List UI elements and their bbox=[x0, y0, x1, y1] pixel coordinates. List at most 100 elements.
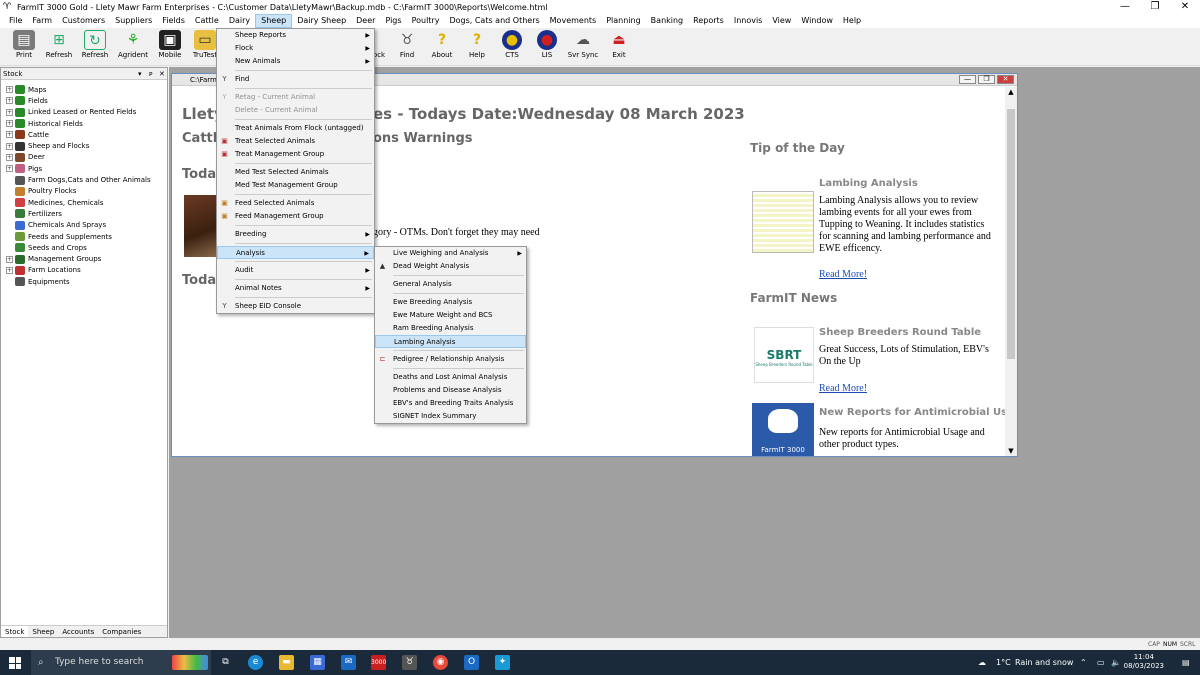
menu-fields[interactable]: Fields bbox=[157, 14, 190, 28]
task-view-icon[interactable]: ⧉ bbox=[218, 655, 233, 670]
doc-close-button[interactable]: ✕ bbox=[997, 75, 1014, 84]
help-button[interactable]: ? Help bbox=[460, 30, 494, 64]
weather-text[interactable]: Rain and snow bbox=[1015, 650, 1073, 675]
menu-cattle[interactable]: Cattle bbox=[190, 14, 224, 28]
tree-item-management-groups[interactable]: + Management Groups bbox=[1, 253, 167, 264]
menu-planning[interactable]: Planning bbox=[601, 14, 645, 28]
menu-item-med-test-management-group[interactable]: Med Test Management Group bbox=[217, 179, 374, 192]
menu-view[interactable]: View bbox=[767, 14, 796, 28]
menu-item-ebv-s-and-breeding-traits-analysis[interactable]: EBV's and Breeding Traits Analysis bbox=[375, 397, 526, 410]
tree-item-maps[interactable]: + Maps bbox=[1, 84, 167, 95]
tree-item-poultry-flocks[interactable]: Poultry Flocks bbox=[1, 186, 167, 197]
menu-item-live-weighing-and-analysis[interactable]: Live Weighing and Analysis ▶ bbox=[375, 247, 526, 260]
tree-item-linked-leased-or-rented-fields[interactable]: + Linked Leased or Rented Fields bbox=[1, 107, 167, 118]
menu-item-treat-selected-animals[interactable]: ▣ Treat Selected Animals bbox=[217, 135, 374, 148]
menu-item-flock[interactable]: Flock ▶ bbox=[217, 42, 374, 55]
menu-poultry[interactable]: Poultry bbox=[407, 14, 445, 28]
menu-farm[interactable]: Farm bbox=[27, 14, 57, 28]
menu-pigs[interactable]: Pigs bbox=[380, 14, 406, 28]
weather-temp[interactable]: 1°C bbox=[996, 650, 1011, 675]
about-button[interactable]: ? About bbox=[425, 30, 459, 64]
scroll-up-icon[interactable]: ▲ bbox=[1005, 88, 1017, 96]
minimize-button[interactable]: — bbox=[1110, 0, 1140, 14]
tree-item-deer[interactable]: + Deer bbox=[1, 152, 167, 163]
menu-item-audit[interactable]: Audit ▶ bbox=[217, 264, 374, 277]
svr-sync-button[interactable]: ☁ Svr Sync bbox=[566, 30, 600, 64]
menu-item-pedigree-relationship-analysis[interactable]: ⊏ Pedigree / Relationship Analysis bbox=[375, 353, 526, 366]
windows-start-icon[interactable] bbox=[9, 657, 21, 669]
menu-item-sheep-eid-console[interactable]: Y Sheep EID Console bbox=[217, 300, 374, 313]
menu-deer[interactable]: Deer bbox=[351, 14, 380, 28]
menu-movements[interactable]: Movements bbox=[545, 14, 602, 28]
scroll-down-icon[interactable]: ▼ bbox=[1005, 447, 1017, 455]
menu-innovis[interactable]: Innovis bbox=[729, 14, 768, 28]
menu-item-med-test-selected-animals[interactable]: Med Test Selected Animals bbox=[217, 166, 374, 179]
menu-customers[interactable]: Customers bbox=[57, 14, 110, 28]
panel-tab-companies[interactable]: Companies bbox=[98, 626, 145, 637]
expand-icon[interactable]: + bbox=[6, 86, 13, 94]
print-button[interactable]: ▤ Print bbox=[7, 30, 41, 64]
menu-dairy[interactable]: Dairy bbox=[224, 14, 255, 28]
scroll-thumb[interactable] bbox=[1007, 109, 1015, 359]
menu-item-treat-animals-from-flock-untagged[interactable]: Treat Animals From Flock (untagged) bbox=[217, 122, 374, 135]
tray-expand-icon[interactable]: ⌃ bbox=[1080, 650, 1087, 675]
notifications-icon[interactable]: ▤ bbox=[1182, 650, 1190, 675]
refresh-button[interactable]: ↻ Refresh bbox=[78, 30, 112, 64]
panel-tab-sheep[interactable]: Sheep bbox=[28, 626, 58, 637]
menu-file[interactable]: File bbox=[4, 14, 27, 28]
menu-dogs-cats-and-others[interactable]: Dogs, Cats and Others bbox=[444, 14, 544, 28]
news-widget-icon[interactable] bbox=[172, 655, 208, 670]
doc-restore-button[interactable]: ❐ bbox=[978, 75, 995, 84]
twitter-icon[interactable]: ✦ bbox=[495, 655, 510, 670]
tree-item-pigs[interactable]: + Pigs bbox=[1, 163, 167, 174]
tree-item-equipments[interactable]: Equipments bbox=[1, 276, 167, 287]
tree-item-farm-locations[interactable]: + Farm Locations bbox=[1, 265, 167, 276]
lis-button[interactable]: ● LIS bbox=[530, 30, 564, 64]
menu-sheep[interactable]: Sheep bbox=[255, 14, 293, 28]
read-more-link-1[interactable]: Read More! bbox=[819, 269, 867, 280]
menu-item-treat-management-group[interactable]: ▣ Treat Management Group bbox=[217, 148, 374, 161]
expand-icon[interactable]: + bbox=[6, 120, 13, 128]
menu-item-problems-and-disease-analysis[interactable]: Problems and Disease Analysis bbox=[375, 384, 526, 397]
volume-icon[interactable]: 🔈 bbox=[1111, 650, 1121, 675]
expand-icon[interactable]: + bbox=[6, 142, 13, 150]
expand-icon[interactable]: + bbox=[6, 153, 13, 161]
panel-close-icon[interactable]: ✕ bbox=[159, 68, 165, 80]
panel-tab-accounts[interactable]: Accounts bbox=[58, 626, 98, 637]
mail-icon[interactable]: ✉ bbox=[341, 655, 356, 670]
menu-reports[interactable]: Reports bbox=[688, 14, 729, 28]
find-button[interactable]: ♉ Find bbox=[390, 30, 424, 64]
menu-item-general-analysis[interactable]: General Analysis bbox=[375, 278, 526, 291]
file-explorer-icon[interactable]: ▬ bbox=[279, 655, 294, 670]
menu-dairy-sheep[interactable]: Dairy Sheep bbox=[292, 14, 351, 28]
farmit-taskbar-icon[interactable]: 3000 bbox=[371, 655, 386, 670]
tree-item-cattle[interactable]: + Cattle bbox=[1, 129, 167, 140]
document-scrollbar[interactable]: ▲ ▼ bbox=[1005, 87, 1017, 456]
menu-help[interactable]: Help bbox=[838, 14, 866, 28]
menu-window[interactable]: Window bbox=[796, 14, 838, 28]
tree-item-feeds-and-supplements[interactable]: Feeds and Supplements bbox=[1, 231, 167, 242]
expand-icon[interactable]: + bbox=[6, 165, 13, 173]
network-icon[interactable]: ▭ bbox=[1097, 650, 1105, 675]
weather-icon[interactable]: ☁ bbox=[978, 650, 986, 675]
tree-item-medicines-chemicals[interactable]: Medicines, Chemicals bbox=[1, 197, 167, 208]
refresh-tree-button[interactable]: ⊞ Refresh bbox=[42, 30, 76, 64]
agrident-button[interactable]: ⚘ Agrident bbox=[116, 30, 150, 64]
menu-item-analysis[interactable]: Analysis ▶ bbox=[217, 246, 374, 259]
system-clock[interactable]: 11:04 08/03/2023 bbox=[1124, 653, 1164, 671]
menu-item-new-animals[interactable]: New Animals ▶ bbox=[217, 55, 374, 68]
panel-tab-stock[interactable]: Stock bbox=[1, 626, 29, 637]
panel-dropdown-icon[interactable]: ▾ bbox=[138, 68, 142, 80]
tree-item-fields[interactable]: + Fields bbox=[1, 95, 167, 106]
expand-icon[interactable]: + bbox=[6, 255, 13, 263]
maximize-button[interactable]: ❐ bbox=[1140, 0, 1170, 14]
tree-item-fertilizers[interactable]: Fertilizers bbox=[1, 208, 167, 219]
chrome-icon[interactable]: ◉ bbox=[433, 655, 448, 670]
outlook-icon[interactable]: O bbox=[464, 655, 479, 670]
menu-suppliers[interactable]: Suppliers bbox=[110, 14, 157, 28]
panel-pin-icon[interactable]: ᴘ bbox=[149, 68, 153, 80]
expand-icon[interactable]: + bbox=[6, 108, 13, 116]
menu-item-sheep-reports[interactable]: Sheep Reports ▶ bbox=[217, 29, 374, 42]
menu-item-deaths-and-lost-animal-analysis[interactable]: Deaths and Lost Animal Analysis bbox=[375, 371, 526, 384]
menu-item-breeding[interactable]: Breeding ▶ bbox=[217, 228, 374, 241]
